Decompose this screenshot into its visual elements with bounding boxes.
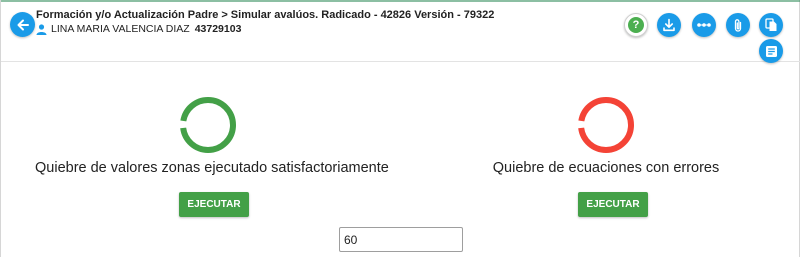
panel-left-message: Quiebre de valores zonas ejecutado satis… bbox=[35, 160, 389, 176]
user-name: LINA MARIA VALENCIA DIAZ bbox=[51, 23, 190, 35]
copy-icon bbox=[764, 18, 776, 31]
copy-button[interactable] bbox=[759, 13, 783, 37]
help-button[interactable]: ? bbox=[624, 13, 648, 37]
help-icon: ? bbox=[628, 17, 644, 33]
success-ring-arc bbox=[180, 97, 236, 153]
page-title: Formación y/o Actualización Padre > Simula… bbox=[36, 9, 494, 21]
value-input[interactable] bbox=[339, 227, 463, 252]
execute-equations-button[interactable]: EJECUTAR bbox=[578, 192, 648, 217]
user-info: LINA MARIA VALENCIA DIAZ 43729103 bbox=[36, 23, 241, 35]
more-options-button[interactable] bbox=[692, 13, 716, 37]
status-ring-error bbox=[578, 97, 634, 153]
header-bar: Formación y/o Actualización Padre > Simula… bbox=[1, 2, 800, 63]
arrow-left-icon bbox=[17, 19, 29, 30]
breadcrumb-parent: Formación y/o Actualización Padre bbox=[36, 9, 219, 21]
panel-right-message-wrap: Quiebre de ecuaciones con errores bbox=[476, 160, 736, 176]
person-icon bbox=[36, 23, 47, 35]
breadcrumb-current: Simular avalúos. Radicado - 42826 Versió… bbox=[230, 9, 495, 21]
app-window: Formación y/o Actualización Padre > Simula… bbox=[0, 0, 800, 257]
execute-zones-button[interactable]: EJECUTAR bbox=[179, 192, 249, 217]
attach-icon bbox=[734, 18, 742, 32]
status-ring-success bbox=[180, 97, 236, 153]
breadcrumb-separator: > bbox=[221, 9, 228, 21]
attach-button[interactable] bbox=[726, 13, 750, 37]
error-ring-arc bbox=[578, 97, 634, 153]
panel-left-message-wrap: Quiebre de valores zonas ejecutado satis… bbox=[35, 160, 389, 176]
download-icon bbox=[663, 18, 675, 32]
panel-right-message: Quiebre de ecuaciones con errores bbox=[492, 160, 720, 176]
document-list-icon bbox=[765, 45, 777, 57]
document-list-button[interactable] bbox=[759, 39, 783, 63]
user-id: 43729103 bbox=[194, 23, 242, 35]
more-icon bbox=[697, 23, 711, 27]
back-button[interactable] bbox=[10, 12, 35, 37]
download-button[interactable] bbox=[657, 13, 681, 37]
